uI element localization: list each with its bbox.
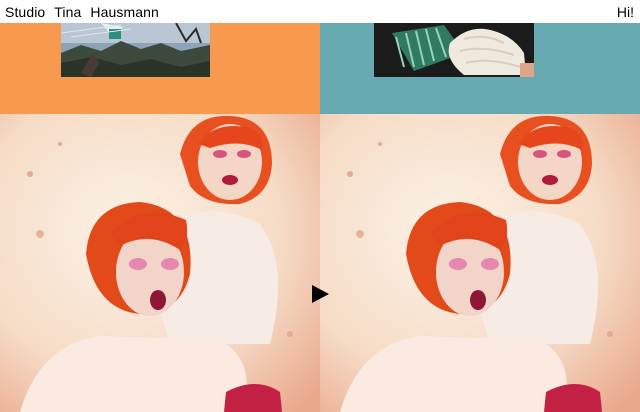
video-frame-right <box>320 114 640 412</box>
brand-word-hausmann[interactable]: Hausmann <box>90 4 159 20</box>
brand-word-tina[interactable]: Tina <box>54 4 81 20</box>
video-player[interactable] <box>0 114 640 412</box>
play-button[interactable] <box>305 280 335 308</box>
site-header: Studio Tina Hausmann Hi! <box>0 0 640 23</box>
video-frame-left <box>0 114 320 412</box>
project-tile-right[interactable] <box>320 23 640 114</box>
brand-word-studio[interactable]: Studio <box>5 4 45 20</box>
project-tile-left[interactable] <box>0 23 320 114</box>
project-thumbnail-right[interactable] <box>374 23 534 77</box>
greeting-link[interactable]: Hi! <box>617 4 634 20</box>
site-logo[interactable]: Studio Tina Hausmann <box>5 4 159 20</box>
play-icon <box>312 285 329 303</box>
project-thumbnail-left[interactable] <box>61 23 210 77</box>
